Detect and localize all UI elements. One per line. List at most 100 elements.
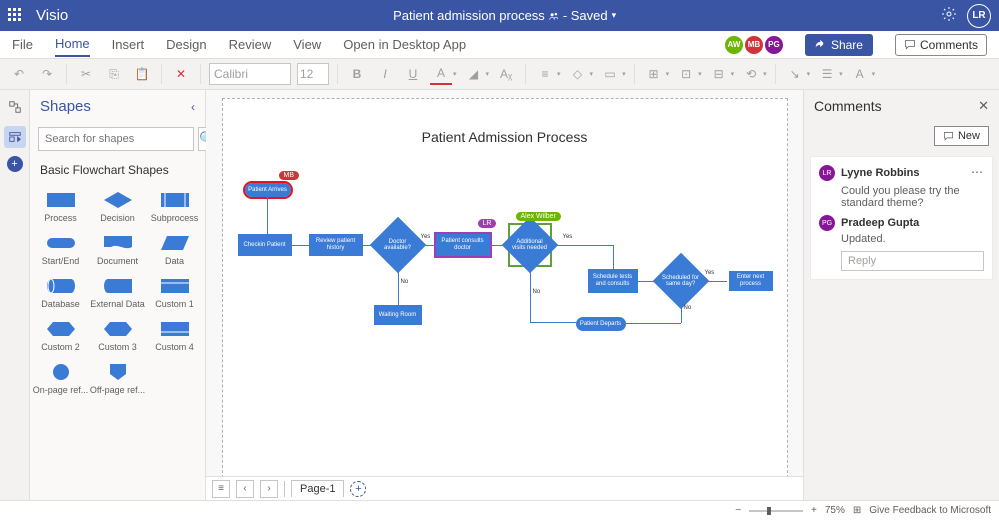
delete-button[interactable]: ✕ xyxy=(170,63,192,85)
shapes-rail: + xyxy=(0,90,30,500)
app-name: Visio xyxy=(36,7,68,24)
share-button[interactable]: Share xyxy=(805,34,873,56)
comments-pane: Comments ✕ New ⋯ LR Lyyne Robbins Could … xyxy=(803,90,999,500)
new-comment-button[interactable]: New xyxy=(934,126,989,146)
shape-additional-visits[interactable]: Additional visits needed xyxy=(510,225,550,265)
italic-button[interactable]: I xyxy=(374,63,396,85)
underline-button[interactable]: U xyxy=(402,63,424,85)
redo-button[interactable]: ↷ xyxy=(36,63,58,85)
zoom-slider[interactable] xyxy=(749,510,803,512)
status-bar: − + 75% ⊞ Give Feedback to Microsoft xyxy=(0,500,999,520)
document-title[interactable]: Patient admission process - Saved ▾ xyxy=(68,8,941,23)
rail-stencil-1[interactable] xyxy=(4,96,26,118)
comment-thread[interactable]: ⋯ LR Lyyne Robbins Could you please try … xyxy=(810,156,993,280)
shape-schedule-tests[interactable]: Schedule tests and consults xyxy=(588,269,638,293)
add-page-button[interactable]: + xyxy=(350,481,366,497)
highlight-button[interactable]: ◢▾ xyxy=(463,63,490,85)
shape-off-page-ref[interactable]: Off-page ref... xyxy=(89,359,146,398)
shape-custom-4[interactable]: Custom 4 xyxy=(146,316,203,355)
shape-custom-3[interactable]: Custom 3 xyxy=(89,316,146,355)
shape-process[interactable]: Process xyxy=(32,187,89,226)
shape-checkin-patient[interactable]: Checkin Patient xyxy=(238,234,292,256)
connector-button[interactable]: ↘▾ xyxy=(784,63,811,85)
position-button[interactable]: ⊡▾ xyxy=(675,63,702,85)
undo-button[interactable]: ↶ xyxy=(8,63,30,85)
ribbon-toolbar: ↶ ↷ ✂ ⎘ 📋 ✕ B I U A▾ ◢▾ Aᵪ ≡▾ ◇▾ ▭▾ ⊞▾ ⊡… xyxy=(0,59,999,90)
clear-format-button[interactable]: Aᵪ xyxy=(495,63,517,85)
rotate-button[interactable]: ⟲▾ xyxy=(740,63,767,85)
connector-label-yes-1: Yes xyxy=(421,234,431,240)
shape-data[interactable]: Data xyxy=(146,230,203,269)
shapes-panel-title: Shapes xyxy=(40,98,91,115)
canvas-area: Patient Admission Process Patient Arrive… xyxy=(206,90,803,500)
shape-search-input[interactable] xyxy=(38,127,194,151)
shape-review-history[interactable]: Review patient history xyxy=(309,234,363,256)
presence-aw[interactable]: AW xyxy=(725,36,743,54)
fit-to-window-icon[interactable]: ⊞ xyxy=(853,505,861,516)
shape-enter-next-process[interactable]: Enter next process xyxy=(727,271,775,291)
drawing-page[interactable]: Patient Admission Process Patient Arrive… xyxy=(222,98,788,476)
shape-database[interactable]: Database xyxy=(32,273,89,312)
font-color-button[interactable]: A▾ xyxy=(430,63,457,85)
shape-on-page-ref[interactable]: On-page ref... xyxy=(32,359,89,398)
tab-view[interactable]: View xyxy=(293,33,321,56)
shape-scheduled-same-day[interactable]: Scheduled for same day? xyxy=(661,261,701,301)
arrange-button[interactable]: ⊞▾ xyxy=(643,63,670,85)
shape-doctor-available[interactable]: Doctor available? xyxy=(378,225,418,265)
shape-waiting-room[interactable]: Waiting Room xyxy=(374,305,422,325)
presence-mb[interactable]: MB xyxy=(745,36,763,54)
cut-button[interactable]: ✂ xyxy=(75,63,97,85)
group-button[interactable]: ⊟▾ xyxy=(708,63,735,85)
layers-button[interactable]: ☰▾ xyxy=(816,63,843,85)
tab-insert[interactable]: Insert xyxy=(112,33,145,56)
open-in-desktop[interactable]: Open in Desktop App xyxy=(343,33,466,56)
reply-input[interactable]: Reply xyxy=(841,251,984,271)
page-tabs: ≡ ‹ › Page-1 + xyxy=(206,476,803,500)
chevron-down-icon[interactable]: ▾ xyxy=(612,10,617,21)
paste-button[interactable]: 📋 xyxy=(131,63,153,85)
shape-patient-departs[interactable]: Patient Departs xyxy=(576,317,626,331)
next-page-button[interactable]: › xyxy=(260,480,278,498)
user-avatar[interactable]: LR xyxy=(967,4,991,28)
page-list-button[interactable]: ≡ xyxy=(212,480,230,498)
zoom-out-button[interactable]: − xyxy=(735,505,741,516)
shape-external-data[interactable]: External Data xyxy=(89,273,146,312)
shape-custom-1[interactable]: Custom 1 xyxy=(146,273,203,312)
shape-start-end[interactable]: Start/End xyxy=(32,230,89,269)
settings-icon[interactable] xyxy=(941,6,957,25)
shape-custom-2[interactable]: Custom 2 xyxy=(32,316,89,355)
collapse-shapes-icon[interactable]: ‹ xyxy=(191,100,195,114)
comments-toggle-button[interactable]: Comments xyxy=(895,34,987,56)
shape-decision[interactable]: Decision xyxy=(89,187,146,226)
line-color-button[interactable]: ▭▾ xyxy=(599,63,626,85)
copy-button[interactable]: ⎘ xyxy=(103,63,125,85)
shape-patient-consults[interactable]: Patient consults doctor xyxy=(436,234,490,256)
font-size-select[interactable] xyxy=(297,63,329,85)
page-tab-1[interactable]: Page-1 xyxy=(291,480,344,497)
close-comments-icon[interactable]: ✕ xyxy=(978,98,989,114)
tab-file[interactable]: File xyxy=(12,33,33,56)
align-button[interactable]: ≡▾ xyxy=(534,63,561,85)
doc-title-text: Patient admission process xyxy=(393,8,545,23)
tab-home[interactable]: Home xyxy=(55,32,90,57)
rail-stencil-2[interactable] xyxy=(4,126,26,148)
app-launcher-icon[interactable] xyxy=(8,8,24,24)
fill-color-button[interactable]: ◇▾ xyxy=(567,63,594,85)
feedback-link[interactable]: Give Feedback to Microsoft xyxy=(869,505,991,516)
tab-design[interactable]: Design xyxy=(166,33,206,56)
bold-button[interactable]: B xyxy=(346,63,368,85)
shape-subprocess[interactable]: Subprocess xyxy=(146,187,203,226)
shape-patient-arrives[interactable]: Patient Arrives xyxy=(245,183,291,197)
tab-review[interactable]: Review xyxy=(229,33,272,56)
rail-add-stencil[interactable]: + xyxy=(7,156,23,172)
ribbon-tabs: File Home Insert Design Review View Open… xyxy=(0,31,999,59)
zoom-in-button[interactable]: + xyxy=(811,505,817,516)
zoom-percent[interactable]: 75% xyxy=(825,505,845,516)
prev-page-button[interactable]: ‹ xyxy=(236,480,254,498)
presence-pg[interactable]: PG xyxy=(765,36,783,54)
comment-more-icon[interactable]: ⋯ xyxy=(971,165,984,179)
text-button[interactable]: A▾ xyxy=(849,63,876,85)
font-name-select[interactable] xyxy=(209,63,291,85)
canvas-viewport[interactable]: Patient Admission Process Patient Arrive… xyxy=(206,90,803,476)
shape-document[interactable]: Document xyxy=(89,230,146,269)
